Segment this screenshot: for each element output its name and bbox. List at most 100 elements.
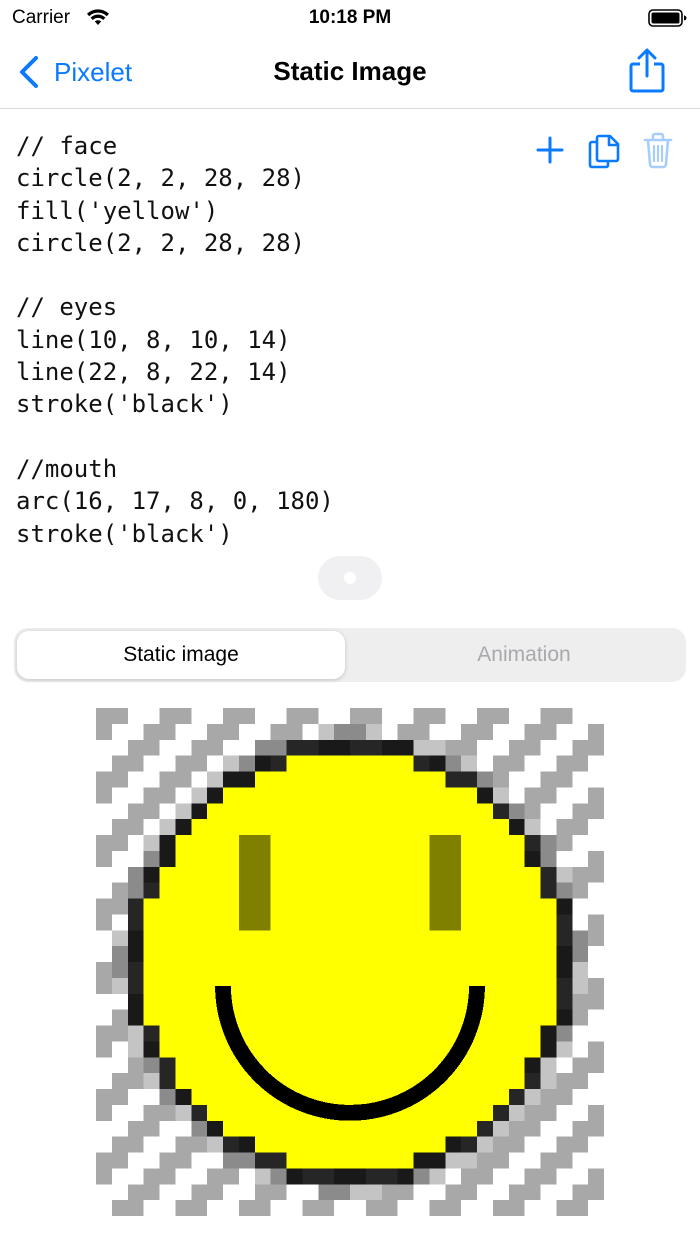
face-pixel: [381, 771, 398, 788]
face-pixel: [477, 1041, 493, 1058]
face-pixel: [302, 803, 319, 820]
face-pixel: [175, 1009, 192, 1026]
face-pixel: [445, 787, 462, 804]
outline-pixel: [175, 1089, 192, 1105]
face-pixel: [477, 835, 493, 851]
face-pixel: [508, 993, 525, 1010]
clock: 10:18 PM: [308, 7, 392, 28]
face-pixel: [508, 930, 525, 947]
face-pixel: [175, 1057, 192, 1074]
face-pixel: [350, 1073, 366, 1089]
face-pixel: [207, 946, 223, 962]
face-pixel: [461, 1120, 477, 1137]
copy-icon[interactable]: [586, 130, 622, 170]
face-pixel: [365, 1152, 382, 1169]
face-pixel: [175, 914, 192, 931]
face-pixel: [191, 1089, 208, 1105]
face-pixel: [397, 835, 414, 851]
face-pixel: [492, 850, 509, 867]
outline-pixel: [397, 1168, 414, 1185]
face-pixel: [413, 787, 430, 804]
plus-icon[interactable]: [532, 130, 568, 170]
face-pixel: [175, 1041, 192, 1058]
face-pixel: [334, 1057, 350, 1074]
outline-pixel: [540, 1041, 557, 1058]
face-pixel: [413, 946, 430, 962]
face-pixel: [508, 882, 525, 899]
face-pixel: [365, 930, 382, 947]
face-pixel: [397, 977, 414, 994]
face-pixel: [191, 835, 208, 851]
left-eye: [238, 835, 271, 931]
face-pixel: [191, 898, 208, 915]
face-pixel: [318, 993, 335, 1010]
trash-icon[interactable]: [640, 130, 676, 170]
face-pixel: [318, 1041, 335, 1058]
code-editor[interactable]: // face circle(2, 2, 28, 28) fill('yellow'…: [16, 130, 334, 550]
face-pixel: [223, 882, 239, 899]
face-pixel: [175, 882, 192, 899]
face-pixel: [270, 946, 287, 962]
face-pixel: [350, 1089, 366, 1105]
outline-pixel: [350, 739, 366, 756]
face-pixel: [191, 850, 208, 867]
face-pixel: [477, 898, 493, 915]
face-pixel: [508, 1073, 525, 1089]
face-pixel: [270, 787, 287, 804]
face-pixel: [334, 946, 350, 962]
outline-antialias-pixel: [254, 739, 271, 756]
face-pixel: [429, 993, 446, 1010]
face-pixel: [492, 1089, 509, 1105]
outline-pixel: [127, 930, 144, 947]
face-pixel: [524, 1041, 541, 1058]
outline-antialias-pixel: [429, 739, 446, 756]
outline-pixel: [350, 1168, 366, 1185]
outline-antialias-pixel: [143, 850, 160, 867]
face-pixel: [429, 1120, 446, 1137]
face-pixel: [508, 946, 525, 962]
outline-antialias-pixel: [238, 755, 255, 772]
outline-antialias-pixel: [477, 771, 493, 788]
face-pixel: [413, 850, 430, 867]
outline-antialias-pixel: [143, 1073, 160, 1089]
face-pixel: [223, 1104, 239, 1121]
outline-antialias-pixel: [334, 1184, 350, 1201]
face-pixel: [334, 930, 350, 947]
code-line: circle(2, 2, 28, 28): [16, 164, 305, 193]
segment-static-image[interactable]: Static image: [17, 631, 345, 679]
outline-pixel: [223, 1136, 239, 1153]
face-pixel: [318, 977, 335, 994]
face-pixel: [238, 1120, 255, 1137]
resize-handle[interactable]: [318, 556, 382, 600]
face-pixel: [445, 930, 462, 947]
face-pixel: [254, 1009, 271, 1026]
share-icon[interactable]: [628, 48, 666, 94]
face-pixel: [381, 946, 398, 962]
outline-antialias-pixel: [111, 977, 128, 994]
segment-animation[interactable]: Animation: [362, 631, 686, 679]
face-pixel: [413, 1136, 430, 1153]
outline-pixel: [429, 755, 446, 772]
face-pixel: [350, 1025, 366, 1042]
outline-antialias-pixel: [238, 1152, 255, 1169]
face-pixel: [477, 1104, 493, 1121]
outline-pixel: [556, 898, 573, 915]
face-pixel: [381, 993, 398, 1010]
face-pixel: [350, 1120, 366, 1137]
outline-antialias-pixel: [508, 1104, 525, 1121]
face-pixel: [397, 946, 414, 962]
outline-pixel: [524, 1073, 541, 1089]
outline-antialias-pixel: [175, 803, 192, 820]
face-pixel: [508, 1009, 525, 1026]
face-pixel: [318, 787, 335, 804]
face-pixel: [397, 898, 414, 915]
face-pixel: [175, 898, 192, 915]
face-pixel: [302, 1152, 319, 1169]
face-pixel: [159, 930, 176, 947]
face-pixel: [365, 1120, 382, 1137]
right-eye: [429, 835, 462, 931]
face-pixel: [302, 882, 319, 899]
face-pixel: [334, 866, 350, 883]
face-pixel: [508, 1057, 525, 1074]
